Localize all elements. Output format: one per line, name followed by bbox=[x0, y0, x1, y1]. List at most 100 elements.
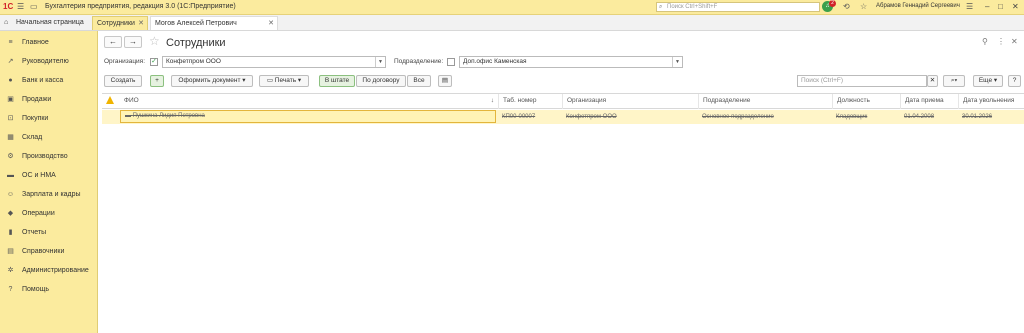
global-search-input[interactable]: ⌕ Поиск Ctrl+Shift+F bbox=[656, 2, 820, 12]
back-button[interactable]: ← bbox=[104, 36, 122, 48]
dept-filter-field[interactable]: Доп.офис Каменская ▼ bbox=[459, 56, 683, 68]
sidebar-item-label: Руководителю bbox=[22, 58, 69, 65]
print-button[interactable]: ▭ Печать ▾ bbox=[259, 75, 309, 87]
column-header-fio[interactable]: ФИО ↓ bbox=[120, 94, 498, 109]
column-header-fire[interactable]: Дата увольнения bbox=[958, 94, 1024, 109]
sidebar-item-label: Производство bbox=[22, 153, 68, 160]
notifications-count: 2 bbox=[829, 0, 836, 7]
favorite-star-icon[interactable]: ☆ bbox=[149, 34, 160, 48]
create-document-button[interactable]: Оформить документ ▾ bbox=[171, 75, 253, 87]
sidebar-item-catalogs[interactable]: ▤ Справочники bbox=[0, 243, 98, 261]
main-content: ← → ☆ Сотрудники ⚲ ⋮ ✕ Организация: ✓ Ко… bbox=[98, 31, 1024, 333]
column-header-org[interactable]: Организация bbox=[562, 94, 698, 109]
chevron-down-icon[interactable]: ▼ bbox=[375, 57, 385, 67]
column-header-hire[interactable]: Дата приема bbox=[900, 94, 958, 109]
chevron-down-icon[interactable]: ▼ bbox=[672, 57, 682, 67]
sidebar-item-main[interactable]: ≡ Главное bbox=[0, 34, 98, 52]
org-filter-checkbox[interactable]: ✓ bbox=[150, 58, 158, 66]
global-search-placeholder: Поиск Ctrl+Shift+F bbox=[667, 4, 718, 10]
list-search-placeholder: Поиск (Ctrl+F) bbox=[801, 77, 844, 84]
table-settings-icon[interactable]: ▤ bbox=[438, 75, 452, 87]
sort-arrow-icon: ↓ bbox=[490, 97, 494, 104]
org-filter-field[interactable]: Конфетпром ООО ▼ bbox=[162, 56, 386, 68]
segment-contract[interactable]: По договору bbox=[356, 75, 406, 87]
chevron-down-icon: ▾ bbox=[242, 77, 246, 84]
link-icon[interactable]: ⚲ bbox=[982, 37, 988, 46]
sidebar-item-salary[interactable]: ☺ Зарплата и кадры bbox=[0, 186, 98, 204]
column-header-tab[interactable]: Таб. номер bbox=[498, 94, 562, 109]
table-row[interactable]: ▬ Пушкина Лидия Петровна КП00-00007 Конф… bbox=[102, 110, 1024, 124]
column-header-label: Таб. номер bbox=[503, 97, 537, 104]
gear-icon: ✲ bbox=[7, 267, 14, 274]
tab-employees[interactable]: Сотрудники ✕ bbox=[92, 16, 148, 30]
list-search-input[interactable]: Поиск (Ctrl+F) bbox=[797, 75, 927, 87]
cell-position: Кладовщик bbox=[836, 114, 868, 120]
current-user[interactable]: Абрамов Геннадий Сергеевич bbox=[876, 3, 960, 9]
tab-home-label: Начальная страница bbox=[16, 19, 84, 26]
minimize-icon[interactable]: – bbox=[985, 2, 989, 11]
dept-filter-label: Подразделение: bbox=[394, 58, 444, 65]
chevron-down-icon: ▾ bbox=[297, 77, 302, 84]
dept-filter-checkbox[interactable] bbox=[447, 58, 455, 66]
settings-menu-icon[interactable]: ☰ bbox=[966, 2, 973, 11]
create-button[interactable]: Создать bbox=[104, 75, 142, 87]
sidebar-item-purchases[interactable]: ⊡ Покупки bbox=[0, 110, 98, 128]
close-window-icon[interactable]: ✕ bbox=[1012, 2, 1019, 11]
close-tab-icon[interactable]: ✕ bbox=[268, 17, 274, 31]
column-header-label: ФИО bbox=[124, 97, 139, 104]
sidebar-item-warehouse[interactable]: ▦ Склад bbox=[0, 129, 98, 147]
cell-fire-date: 30.01.2026 bbox=[962, 114, 993, 120]
sidebar-item-label: Зарплата и кадры bbox=[22, 191, 81, 198]
sidebar-item-bank[interactable]: ● Банк и касса bbox=[0, 72, 98, 90]
dismissed-employee-icon: ▬ bbox=[125, 113, 131, 119]
app-title: Бухгалтерия предприятия, редакция 3.0 (1… bbox=[45, 3, 236, 10]
cell-tab: КП00-00007 bbox=[502, 114, 536, 120]
forward-button[interactable]: → bbox=[124, 36, 142, 48]
hamburger-icon[interactable]: ☰ bbox=[17, 2, 24, 11]
segment-all[interactable]: Все bbox=[407, 75, 431, 87]
sidebar-item-assets[interactable]: ▬ ОС и НМА bbox=[0, 167, 98, 185]
chevron-down-icon: ▾ bbox=[954, 77, 958, 84]
close-tab-icon[interactable]: ✕ bbox=[138, 17, 144, 31]
sidebar-item-operations[interactable]: ◆ Операции bbox=[0, 205, 98, 223]
add-copy-icon[interactable]: + bbox=[150, 75, 164, 87]
sidebar-item-label: Продажи bbox=[22, 96, 52, 103]
tab-home[interactable]: ⌂ Начальная страница bbox=[0, 16, 90, 30]
help-button[interactable]: ? bbox=[1008, 75, 1021, 87]
sidebar-item-label: Администрирование bbox=[22, 267, 89, 274]
dept-filter-value: Доп.офис Каменская bbox=[463, 58, 527, 65]
people-icon: ☺ bbox=[6, 191, 15, 198]
history-icon[interactable]: ⟲ bbox=[843, 2, 850, 11]
book-icon: ▤ bbox=[7, 248, 14, 255]
column-header-label: Дата приема bbox=[905, 97, 944, 104]
window-icon[interactable]: ▭ bbox=[30, 2, 38, 11]
sidebar-item-production[interactable]: ⚙ Производство bbox=[0, 148, 98, 166]
tab-bar: ⌂ Начальная страница Сотрудники ✕ Могов … bbox=[0, 15, 1024, 41]
sidebar-item-label: Отчеты bbox=[22, 229, 47, 236]
sidebar-item-help[interactable]: ? Помощь bbox=[0, 281, 98, 299]
column-header-dept[interactable]: Подразделение bbox=[698, 94, 832, 109]
more-button[interactable]: Еще ▾ bbox=[973, 75, 1003, 87]
close-form-icon[interactable]: ✕ bbox=[1011, 37, 1018, 46]
sidebar-item-manager[interactable]: ↗ Руководителю bbox=[0, 53, 98, 71]
question-icon: ? bbox=[8, 286, 13, 293]
segment-staff[interactable]: В штате bbox=[319, 75, 355, 87]
more-vertical-icon[interactable]: ⋮ bbox=[997, 37, 1005, 46]
cell-fio-text: Пушкина Лидия Петровна bbox=[132, 113, 205, 119]
sidebar-item-sales[interactable]: ▣ Продажи bbox=[0, 91, 98, 109]
factory-icon: ⚙ bbox=[7, 153, 14, 160]
column-header-position[interactable]: Должность bbox=[832, 94, 900, 109]
favorites-star-icon[interactable]: ☆ bbox=[860, 2, 867, 11]
clear-search-icon[interactable]: ✕ bbox=[927, 75, 938, 87]
maximize-icon[interactable]: □ bbox=[998, 2, 1003, 11]
menu-icon: ≡ bbox=[8, 39, 13, 46]
sidebar-item-label: Помощь bbox=[22, 286, 50, 293]
sidebar-item-label: Склад bbox=[22, 134, 43, 141]
create-document-label: Оформить документ bbox=[178, 77, 241, 84]
sidebar-item-admin[interactable]: ✲ Администрирование bbox=[0, 262, 98, 280]
sidebar-item-reports[interactable]: ▮ Отчеты bbox=[0, 224, 98, 242]
home-icon: ⌂ bbox=[4, 19, 9, 26]
cell-fio[interactable]: ▬ Пушкина Лидия Петровна bbox=[120, 110, 496, 123]
tab-employee-card[interactable]: Могов Алексей Петрович (Сотрудник) ✕ bbox=[150, 16, 278, 41]
search-button[interactable]: ⌕▾ bbox=[943, 75, 965, 87]
